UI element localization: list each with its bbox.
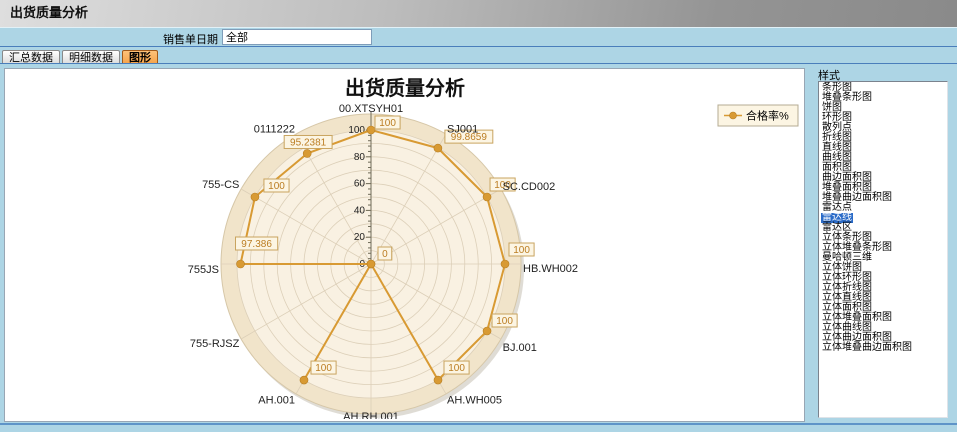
radar-point bbox=[300, 376, 308, 384]
window-titlebar: 出货质量分析 bbox=[0, 0, 957, 27]
chart-title: 出货质量分析 bbox=[345, 76, 465, 100]
legend-label: 合格率% bbox=[746, 109, 789, 123]
radar-point bbox=[303, 149, 311, 157]
style-option[interactable]: 立体堆叠曲边面积图 bbox=[819, 343, 947, 353]
value-label: 100 bbox=[315, 363, 332, 374]
value-label: 0 bbox=[382, 249, 388, 260]
radar-chart: 出货质量分析02040608010010099.8659100100100100… bbox=[5, 69, 802, 419]
category-label: 755-CS bbox=[202, 179, 239, 191]
radar-point bbox=[434, 376, 442, 384]
radar-point bbox=[237, 260, 245, 268]
chart-panel: 出货质量分析02040608010010099.8659100100100100… bbox=[4, 68, 805, 422]
category-label: BJ.001 bbox=[503, 342, 537, 354]
radar-point bbox=[434, 144, 442, 152]
category-label: 755-RJSZ bbox=[190, 338, 240, 350]
window-title: 出货质量分析 bbox=[0, 0, 88, 26]
category-label: AH.001 bbox=[258, 395, 295, 407]
value-label: 97.386 bbox=[241, 239, 272, 250]
sales-date-input[interactable] bbox=[222, 29, 372, 45]
category-label: AH.WH005 bbox=[447, 395, 502, 407]
radar-point bbox=[501, 260, 509, 268]
value-label: 100 bbox=[379, 118, 396, 129]
radar-point bbox=[483, 193, 491, 201]
axis-tick-label: 80 bbox=[354, 152, 366, 163]
legend-marker-dot bbox=[730, 112, 737, 119]
tab-page-chart: 出货质量分析02040608010010099.8659100100100100… bbox=[0, 63, 957, 423]
category-label: 755JS bbox=[188, 264, 219, 276]
axis-tick-label: 60 bbox=[354, 179, 366, 190]
category-label: 00.XTSYH01 bbox=[339, 103, 403, 115]
radar-point bbox=[367, 126, 375, 134]
status-bar bbox=[0, 423, 957, 432]
value-label: 100 bbox=[513, 245, 530, 256]
radar-point bbox=[483, 327, 491, 335]
filter-bar: 销售单日期 bbox=[0, 27, 957, 46]
style-panel: 样式 条形图堆叠条形图饼图环形图散列点折线图直线图曲线图面积图曲边面积图堆叠面积… bbox=[807, 65, 955, 421]
value-label: 100 bbox=[448, 363, 465, 374]
radar-point bbox=[367, 260, 375, 268]
axis-tick-label: 40 bbox=[354, 205, 366, 216]
category-label: SC.CD002 bbox=[503, 181, 556, 193]
category-label: 0111222 bbox=[254, 123, 295, 135]
value-label: 100 bbox=[268, 181, 285, 192]
value-label: 100 bbox=[496, 316, 513, 327]
value-label: 95.2381 bbox=[290, 137, 327, 148]
tab-bar: 汇总数据明细数据图形 bbox=[0, 46, 957, 63]
sales-date-label: 销售单日期 bbox=[120, 31, 218, 47]
radar-point bbox=[251, 193, 259, 201]
category-label: AH.RH.001 bbox=[343, 411, 399, 419]
category-label: SJ001 bbox=[447, 123, 478, 135]
chart-style-listbox[interactable]: 条形图堆叠条形图饼图环形图散列点折线图直线图曲线图面积图曲边面积图堆叠面积图堆叠… bbox=[818, 81, 948, 418]
axis-tick-label: 20 bbox=[354, 232, 366, 243]
category-label: HB.WH002 bbox=[523, 263, 578, 275]
